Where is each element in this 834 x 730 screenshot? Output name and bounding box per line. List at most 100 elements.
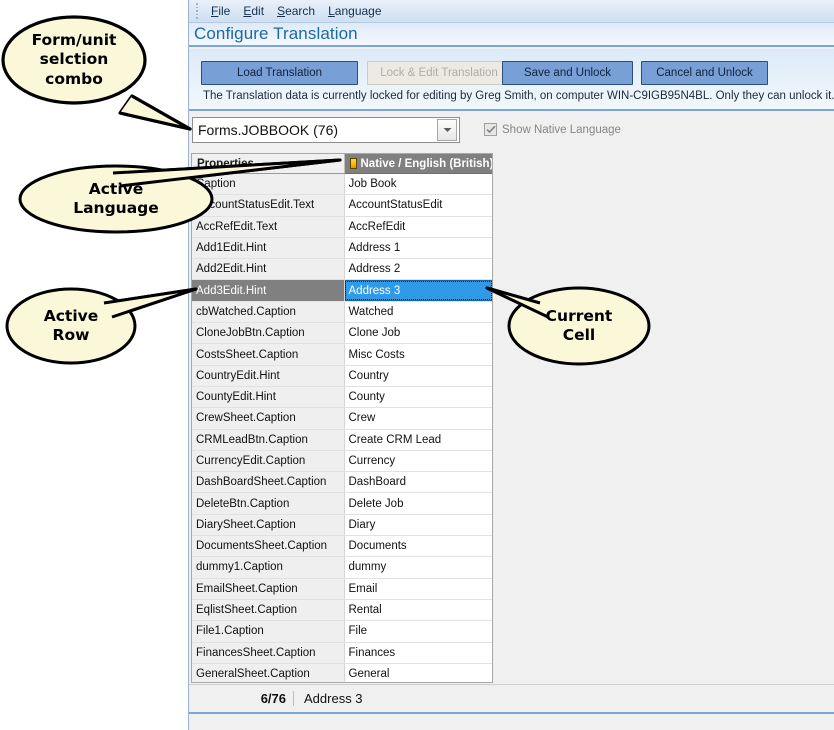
cell-property[interactable]: Caption bbox=[192, 174, 344, 195]
table-row[interactable]: AccRefEdit.TextAccRefEdit bbox=[192, 216, 493, 237]
cell-value[interactable]: Rental bbox=[344, 599, 493, 620]
cell-value[interactable]: Country bbox=[344, 365, 493, 386]
cell-value-current[interactable]: Address 3 bbox=[344, 280, 493, 301]
table-row[interactable]: CRMLeadBtn.CaptionCreate CRM Lead bbox=[192, 429, 493, 450]
column-header-properties[interactable]: Properties bbox=[192, 154, 344, 174]
cell-property[interactable]: DiarySheet.Caption bbox=[192, 514, 344, 535]
show-native-language-label: Show Native Language bbox=[502, 124, 621, 136]
table-row[interactable]: FinancesSheet.CaptionFinances bbox=[192, 642, 493, 663]
cell-value[interactable]: Misc Costs bbox=[344, 344, 493, 365]
table-header-row: Properties Native / English (British) bbox=[192, 154, 493, 174]
table-row[interactable]: DocumentsSheet.CaptionDocuments bbox=[192, 536, 493, 557]
cell-property[interactable]: File1.Caption bbox=[192, 621, 344, 642]
table-row[interactable]: CrewSheet.CaptionCrew bbox=[192, 408, 493, 429]
table-row[interactable]: DashBoardSheet.CaptionDashBoard bbox=[192, 472, 493, 493]
save-and-unlock-button[interactable]: Save and Unlock bbox=[502, 61, 633, 85]
load-translation-button[interactable]: Load Translation bbox=[201, 61, 358, 85]
cell-value[interactable]: Create CRM Lead bbox=[344, 429, 493, 450]
title-band: Configure Translation bbox=[189, 23, 834, 47]
show-native-language-checkbox: Show Native Language bbox=[484, 123, 621, 136]
cell-value[interactable]: Finances bbox=[344, 642, 493, 663]
cell-value[interactable]: AccRefEdit bbox=[344, 216, 493, 237]
table-row[interactable]: DeleteBtn.CaptionDelete Job bbox=[192, 493, 493, 514]
cell-value[interactable]: Crew bbox=[344, 408, 493, 429]
cell-property[interactable]: CostsSheet.Caption bbox=[192, 344, 344, 365]
cell-property[interactable]: Add2Edit.Hint bbox=[192, 259, 344, 280]
cell-value[interactable]: Job Book bbox=[344, 174, 493, 195]
form-unit-selection-combo[interactable]: Forms.JOBBOOK (76) bbox=[192, 117, 460, 143]
callout-label-form-unit-combo: Form/unit selction combo bbox=[4, 31, 144, 89]
cell-value[interactable]: County bbox=[344, 386, 493, 407]
cell-property[interactable]: EmailSheet.Caption bbox=[192, 578, 344, 599]
menu-grip-handle[interactable] bbox=[192, 3, 201, 19]
cell-value[interactable]: Delete Job bbox=[344, 493, 493, 514]
cell-value[interactable]: Email bbox=[344, 578, 493, 599]
cell-value[interactable]: Watched bbox=[344, 301, 493, 322]
configure-translation-window: File Edit Search Language Configure Tran… bbox=[188, 0, 834, 730]
cell-property[interactable]: dummy1.Caption bbox=[192, 557, 344, 578]
cell-value[interactable]: Address 2 bbox=[344, 259, 493, 280]
cell-value[interactable]: DashBoard bbox=[344, 472, 493, 493]
selector-row: Forms.JOBBOOK (76) Show Native Language bbox=[189, 113, 834, 151]
table-row[interactable]: CostsSheet.CaptionMisc Costs bbox=[192, 344, 493, 365]
cell-property[interactable]: CountyEdit.Hint bbox=[192, 386, 344, 407]
table-row[interactable]: cbWatched.CaptionWatched bbox=[192, 301, 493, 322]
cell-property[interactable]: AccRefEdit.Text bbox=[192, 216, 344, 237]
cell-value[interactable]: Diary bbox=[344, 514, 493, 535]
table-row[interactable]: EmailSheet.CaptionEmail bbox=[192, 578, 493, 599]
cell-property[interactable]: CRMLeadBtn.Caption bbox=[192, 429, 344, 450]
table-row[interactable]: AccountStatusEdit.TextAccountStatusEdit bbox=[192, 195, 493, 216]
table-row[interactable]: CountryEdit.HintCountry bbox=[192, 365, 493, 386]
table-row[interactable]: CurrencyEdit.CaptionCurrency bbox=[192, 450, 493, 471]
cell-property[interactable]: DashBoardSheet.Caption bbox=[192, 472, 344, 493]
cell-value[interactable]: General bbox=[344, 663, 493, 683]
menu-item-file[interactable]: File bbox=[205, 2, 237, 20]
cell-property[interactable]: CurrencyEdit.Caption bbox=[192, 450, 344, 471]
form-unit-combo-value: Forms.JOBBOOK (76) bbox=[193, 122, 437, 138]
table-row[interactable]: File1.CaptionFile bbox=[192, 621, 493, 642]
cell-value[interactable]: AccountStatusEdit bbox=[344, 195, 493, 216]
cancel-and-unlock-button[interactable]: Cancel and Unlock bbox=[641, 61, 768, 85]
menu-item-language[interactable]: Language bbox=[322, 2, 388, 20]
column-header-native-language[interactable]: Native / English (British) bbox=[344, 154, 493, 174]
table-row[interactable]: GeneralSheet.CaptionGeneral bbox=[192, 663, 493, 683]
table-row[interactable]: DiarySheet.CaptionDiary bbox=[192, 514, 493, 535]
cell-property[interactable]: AccountStatusEdit.Text bbox=[192, 195, 344, 216]
table-row[interactable]: dummy1.Captiondummy bbox=[192, 557, 493, 578]
cell-property[interactable]: Add1Edit.Hint bbox=[192, 237, 344, 258]
translation-grid[interactable]: Properties Native / English (British) Ca… bbox=[191, 153, 493, 683]
callout-label-active-language: Active Language bbox=[46, 180, 186, 219]
cell-property[interactable]: Add3Edit.Hint bbox=[192, 280, 344, 301]
lock-status-notice: The Translation data is currently locked… bbox=[203, 90, 834, 102]
cell-value[interactable]: dummy bbox=[344, 557, 493, 578]
chevron-down-icon[interactable] bbox=[437, 119, 457, 141]
menu-item-edit[interactable]: Edit bbox=[237, 2, 271, 20]
table-row[interactable]: EqlistSheet.CaptionRental bbox=[192, 599, 493, 620]
cell-property[interactable]: DocumentsSheet.Caption bbox=[192, 536, 344, 557]
cell-property[interactable]: CloneJobBtn.Caption bbox=[192, 323, 344, 344]
cell-value[interactable]: File bbox=[344, 621, 493, 642]
page-title: Configure Translation bbox=[194, 24, 358, 44]
cell-property[interactable]: cbWatched.Caption bbox=[192, 301, 344, 322]
column-header-native-language-label: Native / English (British) bbox=[361, 158, 494, 170]
table-row[interactable]: Add3Edit.HintAddress 3 bbox=[192, 280, 493, 301]
table-row[interactable]: CountyEdit.HintCounty bbox=[192, 386, 493, 407]
cell-property[interactable]: CountryEdit.Hint bbox=[192, 365, 344, 386]
cell-property[interactable]: CrewSheet.Caption bbox=[192, 408, 344, 429]
cell-value[interactable]: Address 1 bbox=[344, 237, 493, 258]
cell-value[interactable]: Currency bbox=[344, 450, 493, 471]
cell-property[interactable]: DeleteBtn.Caption bbox=[192, 493, 344, 514]
table-row[interactable]: Add2Edit.HintAddress 2 bbox=[192, 259, 493, 280]
cell-property[interactable]: FinancesSheet.Caption bbox=[192, 642, 344, 663]
table-row[interactable]: CaptionJob Book bbox=[192, 174, 493, 195]
status-bar: 6/76 Address 3 bbox=[189, 684, 834, 712]
callout-label-active-row: Active Row bbox=[1, 307, 141, 346]
cell-property[interactable]: EqlistSheet.Caption bbox=[192, 599, 344, 620]
table-row[interactable]: CloneJobBtn.CaptionClone Job bbox=[192, 323, 493, 344]
cell-value[interactable]: Documents bbox=[344, 536, 493, 557]
cell-property[interactable]: GeneralSheet.Caption bbox=[192, 663, 344, 683]
table-row[interactable]: Add1Edit.HintAddress 1 bbox=[192, 237, 493, 258]
menu-item-search[interactable]: Search bbox=[271, 2, 322, 20]
window-footer-strip bbox=[189, 714, 834, 730]
cell-value[interactable]: Clone Job bbox=[344, 323, 493, 344]
